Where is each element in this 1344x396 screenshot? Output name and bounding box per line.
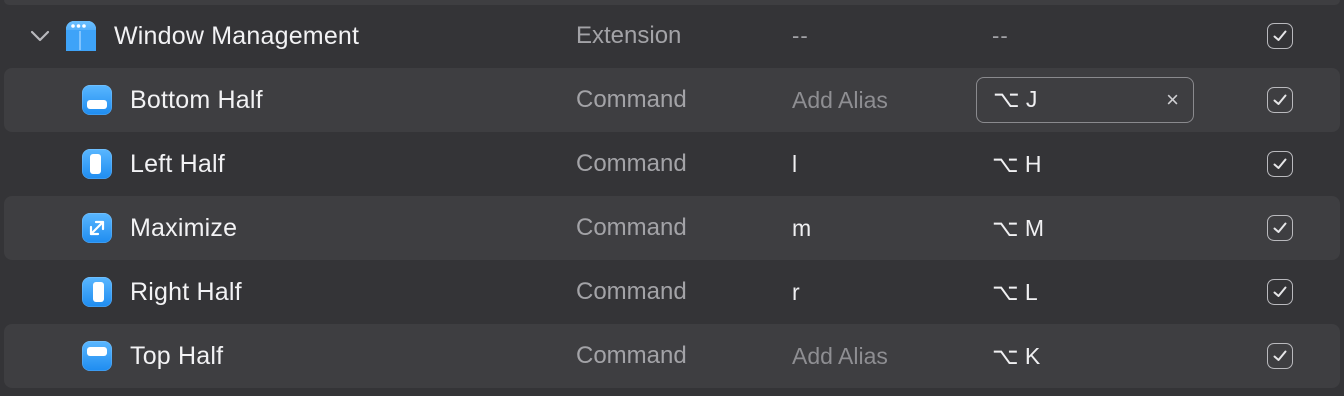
extension-type: Extension [576,22,682,49]
alias-value: l [792,150,798,177]
top-half-icon [82,324,114,388]
checkmark-icon [1267,343,1293,369]
hotkey-value: ⌥ H [992,150,1042,177]
extension-alias: -- [792,23,809,48]
alias-field[interactable]: Add Alias [792,324,888,388]
command-name: Left Half [130,149,225,178]
extension-hotkey: -- [992,23,1009,48]
clear-hotkey-icon[interactable]: × [1166,78,1179,121]
hotkey-field[interactable]: ⌥ K [992,324,1040,388]
command-name: Maximize [130,213,238,242]
alias-field[interactable]: r [792,260,800,324]
command-row-bottom-half[interactable]: Bottom Half Command Add Alias ⌥ J × [0,68,1344,132]
command-type: Command [576,86,687,113]
checkmark-icon [1267,87,1293,113]
command-enabled-checkbox[interactable] [1266,196,1294,260]
chevron-down-icon[interactable] [28,4,52,68]
hotkey-value: ⌥ K [992,342,1041,369]
checkmark-icon [1267,215,1293,241]
alias-field[interactable]: Add Alias [792,68,888,132]
command-name: Top Half [130,341,224,370]
bottom-half-icon [82,68,114,132]
command-enabled-checkbox[interactable] [1266,132,1294,196]
command-type: Command [576,342,687,369]
extension-name: Window Management [114,21,360,50]
hotkey-value: ⌥ L [992,278,1038,305]
command-enabled-checkbox[interactable] [1266,68,1294,132]
alias-field[interactable]: m [792,196,811,260]
command-type: Command [576,278,687,305]
alias-value: m [792,214,812,241]
right-half-icon [82,260,114,324]
alias-placeholder: Add Alias [792,86,888,113]
hotkey-field[interactable]: ⌥ H [992,132,1042,196]
command-row-maximize[interactable]: Maximize Command m ⌥ M [0,196,1344,260]
command-enabled-checkbox[interactable] [1266,324,1294,388]
alias-field[interactable]: l [792,132,797,196]
command-row-right-half[interactable]: Right Half Command r ⌥ L [0,260,1344,324]
window-management-icon [66,4,98,68]
alias-placeholder: Add Alias [792,342,888,369]
extension-row-window-management[interactable]: Window Management Extension -- -- [0,4,1344,68]
extension-enabled-checkbox[interactable] [1266,4,1294,68]
checkmark-icon [1267,23,1293,49]
checkmark-icon [1267,279,1293,305]
alias-value: r [792,278,800,305]
command-type: Command [576,150,687,177]
command-name: Bottom Half [130,85,263,114]
command-row-left-half[interactable]: Left Half Command l ⌥ H [0,132,1344,196]
command-row-top-half[interactable]: Top Half Command Add Alias ⌥ K [0,324,1344,388]
hotkey-value: ⌥ M [992,214,1045,241]
hotkey-recorder-field[interactable]: ⌥ J × [976,77,1194,123]
hotkey-field[interactable]: ⌥ M [992,196,1044,260]
command-name: Right Half [130,277,242,306]
command-type: Command [576,214,687,241]
extensions-table: Window Management Extension -- -- Bottom… [0,4,1344,388]
checkmark-icon [1267,151,1293,177]
maximize-icon [82,196,114,260]
left-half-icon [82,132,114,196]
hotkey-value: ⌥ J [993,86,1038,112]
hotkey-field[interactable]: ⌥ L [992,260,1038,324]
command-enabled-checkbox[interactable] [1266,260,1294,324]
